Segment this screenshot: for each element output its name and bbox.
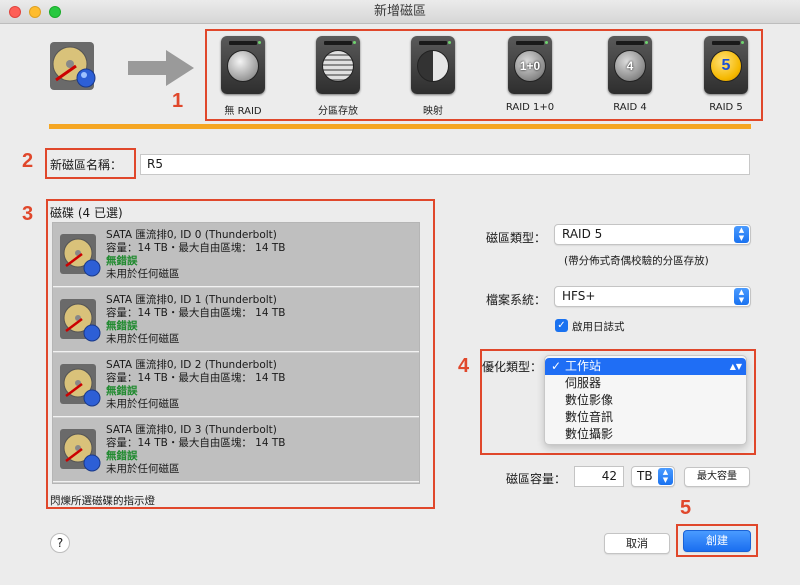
disk-capacity: 容量：14 TB・最大自由區塊： 14 TB <box>106 437 286 449</box>
filesystem-select[interactable]: HFS+ ▲ ▼ <box>554 286 751 307</box>
raid-5-icon: 5 <box>704 36 748 94</box>
disk-usage: 未用於任何磁區 <box>106 268 180 280</box>
raid-type-label: RAID 5 <box>709 102 743 113</box>
filesystem-value: HFS+ <box>562 289 596 303</box>
optimize-option-digital-audio[interactable]: 數位音訊 <box>545 409 746 426</box>
raid-type-label: 無 RAID <box>224 106 262 117</box>
volume-type-hint: (帶分佈式奇偶校驗的分區存放) <box>564 255 709 267</box>
callout-number-1: 1 <box>172 90 184 112</box>
chevron-updown-icon: ▲▼ <box>658 468 673 485</box>
raid-type-label: 映射 <box>423 106 443 117</box>
disk-usage: 未用於任何磁區 <box>106 398 180 410</box>
create-button[interactable]: 創建 <box>683 530 751 552</box>
raid-type-label: 分區存放 <box>318 106 358 117</box>
disk-status: 無錯誤 <box>106 385 138 397</box>
optimize-option-workstation[interactable]: ✓ 工作站 ▲▼ <box>545 358 746 375</box>
raid-4-icon: 4 <box>608 36 652 94</box>
raid-10-icon: 1+0 <box>508 36 552 94</box>
chevron-updown-icon: ▲▼ <box>734 226 749 243</box>
volume-type-value: RAID 5 <box>562 227 603 241</box>
volume-name-label: 新磁區名稱： <box>50 158 123 172</box>
raid-type-5[interactable]: 5 RAID 5 <box>686 36 766 113</box>
disk-capacity: 容量：14 TB・最大自由區塊： 14 TB <box>106 242 286 254</box>
disk-row[interactable]: SATA 匯流排0, ID 3 (Thunderbolt) 容量：14 TB・最… <box>53 418 419 482</box>
disk-name: SATA 匯流排0, ID 2 (Thunderbolt) <box>106 359 277 371</box>
raid-mirror-icon <box>411 36 455 94</box>
minimize-window-button[interactable] <box>29 6 41 18</box>
disk-name: SATA 匯流排0, ID 1 (Thunderbolt) <box>106 294 277 306</box>
optimize-type-label: 優化類型： <box>481 360 542 374</box>
callout-number-4: 4 <box>458 355 470 377</box>
filesystem-label: 檔案系統： <box>485 293 546 307</box>
disk-row[interactable]: SATA 匯流排0, ID 1 (Thunderbolt) 容量：14 TB・最… <box>53 288 419 352</box>
right-arrow-icon <box>128 50 194 86</box>
max-capacity-button[interactable]: 最大容量 <box>684 467 750 487</box>
volume-name-input[interactable]: R5 <box>140 154 750 175</box>
capacity-label: 磁區容量： <box>505 472 566 486</box>
disk-name: SATA 匯流排0, ID 0 (Thunderbolt) <box>106 229 277 241</box>
close-window-button[interactable] <box>9 6 21 18</box>
hard-disk-icon <box>60 234 101 277</box>
raid-stripe-icon <box>316 36 360 94</box>
disk-status: 無錯誤 <box>106 320 138 332</box>
hard-disk-icon <box>60 299 101 342</box>
raid-type-label: RAID 1+0 <box>505 102 555 113</box>
raid-type-4[interactable]: 4 RAID 4 <box>590 36 670 113</box>
callout-number-2: 2 <box>22 150 34 172</box>
capacity-unit-select[interactable]: TB ▲ ▼ <box>631 466 675 487</box>
raid-type-none[interactable]: 無 RAID <box>203 36 283 117</box>
callout-number-3: 3 <box>22 203 34 225</box>
callout-number-5: 5 <box>680 497 692 519</box>
disk-status: 無錯誤 <box>106 255 138 267</box>
disk-capacity: 容量：14 TB・最大自由區塊： 14 TB <box>106 307 286 319</box>
disk-name: SATA 匯流排0, ID 3 (Thunderbolt) <box>106 424 277 436</box>
journal-checkbox[interactable]: ✓ <box>555 319 568 332</box>
raid-type-mirror[interactable]: 映射 <box>393 36 473 117</box>
window-title: 新增磁區 <box>373 4 426 19</box>
disk-row[interactable]: SATA 匯流排0, ID 0 (Thunderbolt) 容量：14 TB・最… <box>53 223 419 287</box>
journal-checkbox-label: 啟用日誌式 <box>572 321 625 333</box>
optimize-option-digital-photo[interactable]: 數位攝影 <box>545 426 746 443</box>
title-bar: 新增磁區 <box>0 0 800 24</box>
blink-disk-indicator-link[interactable]: 閃爍所選磁碟的指示燈 <box>50 493 155 508</box>
cancel-button[interactable]: 取消 <box>604 533 670 554</box>
volume-type-label: 磁區類型： <box>485 231 546 245</box>
volume-type-select[interactable]: RAID 5 ▲ ▼ <box>554 224 751 245</box>
selection-indicator-bar <box>49 124 751 129</box>
disk-usage: 未用於任何磁區 <box>106 333 180 345</box>
disk-usage: 未用於任何磁區 <box>106 463 180 475</box>
capacity-input[interactable]: 42 <box>574 466 624 487</box>
hard-disk-icon <box>60 364 101 407</box>
raid-type-stripe[interactable]: 分區存放 <box>298 36 378 117</box>
disk-list[interactable]: SATA 匯流排0, ID 0 (Thunderbolt) 容量：14 TB・最… <box>52 222 420 484</box>
disk-status: 無錯誤 <box>106 450 138 462</box>
disks-section-title: 磁碟 (4 已選) <box>50 206 123 220</box>
raid-type-label: RAID 4 <box>613 102 647 113</box>
capacity-unit-value: TB <box>637 469 653 483</box>
hard-disk-icon <box>50 42 96 90</box>
raid-type-10[interactable]: 1+0 RAID 1+0 <box>490 36 570 113</box>
disk-row[interactable]: SATA 匯流排0, ID 2 (Thunderbolt) 容量：14 TB・最… <box>53 353 419 417</box>
chevron-updown-icon: ▲▼ <box>734 288 749 305</box>
optimize-option-server[interactable]: 伺服器 <box>545 375 746 392</box>
chevron-updown-icon: ▲▼ <box>729 362 742 371</box>
zoom-window-button[interactable] <box>49 6 61 18</box>
raid-none-icon <box>221 36 265 94</box>
optimize-type-menu[interactable]: ✓ 工作站 ▲▼ 伺服器 數位影像 數位音訊 數位攝影 <box>544 355 747 445</box>
optimize-option-digital-video[interactable]: 數位影像 <box>545 392 746 409</box>
hard-disk-icon <box>60 429 101 472</box>
disk-capacity: 容量：14 TB・最大自由區塊： 14 TB <box>106 372 286 384</box>
help-button[interactable]: ? <box>50 533 70 553</box>
checkmark-icon: ✓ <box>551 359 562 373</box>
raid-type-callout-box <box>205 29 763 121</box>
